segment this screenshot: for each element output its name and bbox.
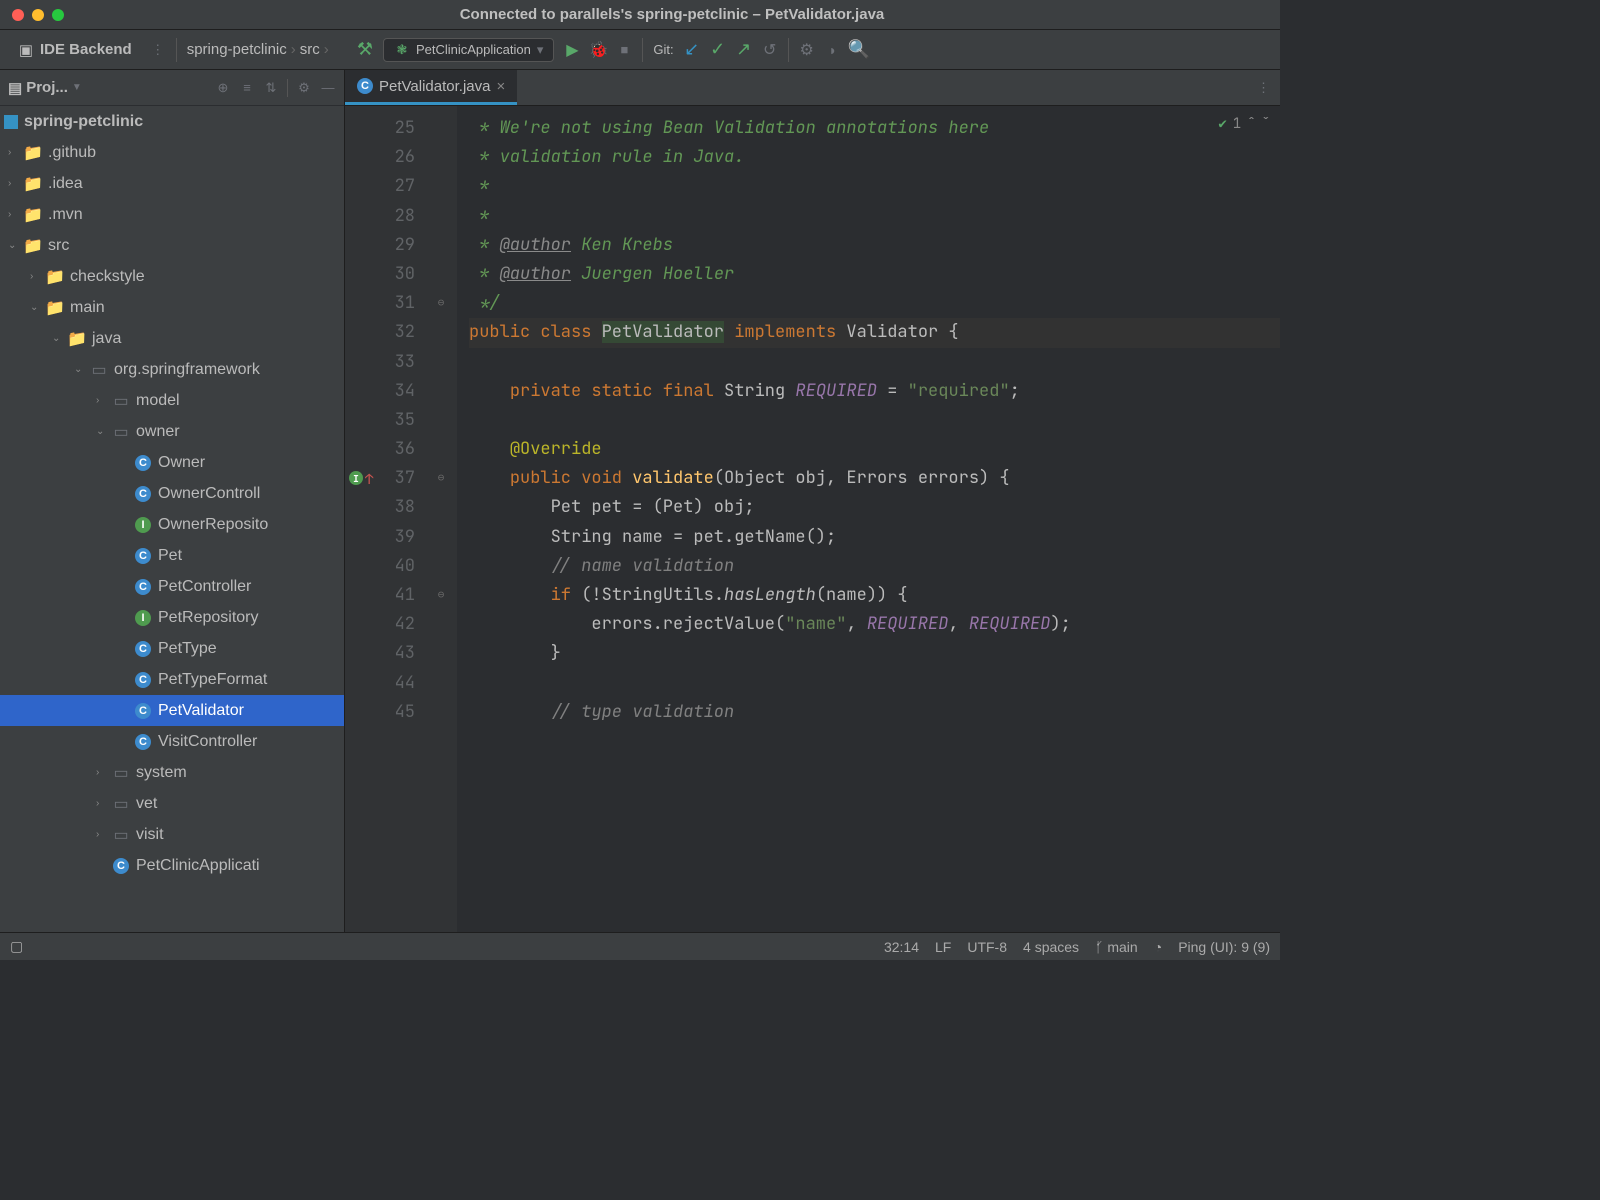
run-icon[interactable]: ▶: [564, 42, 580, 58]
git-label: Git:: [653, 42, 673, 57]
tab-petvalidator[interactable]: C PetValidator.java ×: [345, 70, 517, 105]
tree-item[interactable]: CPet: [0, 540, 344, 571]
fold-gutter[interactable]: ⊖⊖⊖: [425, 106, 457, 932]
crumb-src[interactable]: src: [300, 41, 320, 58]
tree-item[interactable]: ⌄📁src: [0, 230, 344, 261]
root-label: spring-petclinic: [24, 113, 143, 131]
tree-item[interactable]: ⌄📁java: [0, 323, 344, 354]
backend-icon: ▣: [18, 42, 34, 58]
tree-item[interactable]: ⌄▭org.springframework: [0, 354, 344, 385]
divider: [176, 38, 177, 62]
inspection-widget[interactable]: ✔ 1 ˆ ˇ: [1218, 112, 1270, 136]
chevron-right-icon: ›: [291, 41, 296, 58]
sidebar-title-label[interactable]: Proj...: [26, 79, 68, 96]
expand-icon[interactable]: ≡: [239, 80, 255, 96]
ping-widget[interactable]: Ping (UI): 9 (9): [1178, 939, 1270, 955]
line-ending[interactable]: LF: [935, 939, 951, 955]
divider: [287, 79, 288, 97]
ide-backend-button[interactable]: ▣ IDE Backend: [10, 37, 140, 62]
tree-item[interactable]: ›▭model: [0, 385, 344, 416]
cursor-position[interactable]: 32:14: [884, 939, 919, 955]
indent-info[interactable]: 4 spaces: [1023, 939, 1079, 955]
tree-item[interactable]: COwner: [0, 447, 344, 478]
line-gutter[interactable]: 25262728293031323334353637I↑383940414243…: [345, 106, 425, 932]
breadcrumb[interactable]: spring-petclinic › src ›: [187, 41, 329, 58]
tree-item[interactable]: COwnerControll: [0, 478, 344, 509]
chevron-down-icon[interactable]: ▼: [72, 82, 82, 93]
encoding[interactable]: UTF-8: [967, 939, 1007, 955]
git-branch-widget[interactable]: ᚶ main: [1095, 939, 1138, 955]
hammer-build-icon[interactable]: ⚒: [357, 42, 373, 58]
titlebar: Connected to parallels's spring-petclini…: [0, 0, 1280, 30]
code-editor[interactable]: 25262728293031323334353637I↑383940414243…: [345, 106, 1280, 932]
search-icon[interactable]: 🔍: [851, 42, 867, 58]
tree-item[interactable]: CPetType: [0, 633, 344, 664]
tree-item[interactable]: CPetValidator: [0, 695, 344, 726]
gear-icon[interactable]: ⚙: [296, 80, 312, 96]
tree-item[interactable]: ›📁.mvn: [0, 199, 344, 230]
chevron-right-icon: ›: [324, 41, 329, 58]
git-commit-icon[interactable]: ✓: [710, 42, 726, 58]
tree-item[interactable]: IOwnerReposito: [0, 509, 344, 540]
tree-item[interactable]: ›📁.github: [0, 137, 344, 168]
chevron-up-icon[interactable]: ˆ: [1247, 112, 1255, 136]
tree-item[interactable]: CVisitController: [0, 726, 344, 757]
gear-icon[interactable]: ⚙: [799, 42, 815, 58]
run-config-select[interactable]: ❃ PetClinicApplication ▾: [383, 38, 554, 62]
crumb-project[interactable]: spring-petclinic: [187, 41, 287, 58]
tree-item[interactable]: ›📁.idea: [0, 168, 344, 199]
backend-label: IDE Backend: [40, 41, 132, 58]
git-pull-icon[interactable]: ↙: [684, 42, 700, 58]
tree-item[interactable]: CPetTypeFormat: [0, 664, 344, 695]
spring-icon: ❃: [394, 42, 410, 58]
collapse-icon[interactable]: ⇅: [263, 80, 279, 96]
window-title: Connected to parallels's spring-petclini…: [76, 6, 1268, 23]
tree-item[interactable]: ›▭visit: [0, 819, 344, 850]
inspection-count: 1: [1233, 112, 1241, 136]
stop-icon[interactable]: ■: [616, 42, 632, 58]
history-icon[interactable]: ↺: [762, 42, 778, 58]
chevron-down-icon: ▾: [537, 42, 544, 58]
code-content[interactable]: ✔ 1 ˆ ˇ * We're not using Bean Validatio…: [457, 106, 1280, 932]
kebab-icon[interactable]: ⋮: [1257, 80, 1270, 96]
divider: [788, 38, 789, 62]
hide-icon[interactable]: —: [320, 80, 336, 96]
tree-item[interactable]: ›▭system: [0, 757, 344, 788]
tree-item[interactable]: ⌄📁main: [0, 292, 344, 323]
tab-label: PetValidator.java: [379, 78, 490, 95]
tree-item[interactable]: ›📁checkstyle: [0, 261, 344, 292]
statusbar: ▢ 32:14 LF UTF-8 4 spaces ᚶ main ◔ Ping …: [0, 932, 1280, 960]
cwm-icon[interactable]: ◗: [825, 42, 841, 58]
project-sidebar: ▤ Proj... ▼ ⊕ ≡ ⇅ ⚙ — spring-petclinic ›…: [0, 70, 345, 932]
target-icon[interactable]: ⊕: [215, 80, 231, 96]
minimize-window-button[interactable]: [32, 9, 44, 21]
sidebar-header: ▤ Proj... ▼ ⊕ ≡ ⇅ ⚙ —: [0, 70, 344, 106]
tree-item[interactable]: IPetRepository: [0, 602, 344, 633]
chevron-down-icon[interactable]: ˇ: [1262, 112, 1270, 136]
close-icon[interactable]: ×: [496, 78, 505, 95]
editor-tabs: C PetValidator.java × ⋮: [345, 70, 1280, 106]
project-tree[interactable]: spring-petclinic ›📁.github›📁.idea›📁.mvn⌄…: [0, 106, 344, 932]
maximize-window-button[interactable]: [52, 9, 64, 21]
tree-item[interactable]: ⌄▭owner: [0, 416, 344, 447]
tree-item[interactable]: ›▭vet: [0, 788, 344, 819]
close-window-button[interactable]: [12, 9, 24, 21]
class-icon: C: [357, 78, 373, 94]
check-icon: ✔: [1218, 112, 1226, 136]
module-icon: [4, 115, 18, 129]
tree-root[interactable]: spring-petclinic: [0, 106, 344, 137]
divider: [642, 38, 643, 62]
tree-item[interactable]: CPetController: [0, 571, 344, 602]
tool-window-icon[interactable]: ▢: [10, 938, 23, 955]
kebab-icon[interactable]: ⋮: [150, 42, 166, 58]
tree-item[interactable]: CPetClinicApplicati: [0, 850, 344, 881]
git-push-icon[interactable]: ↗: [736, 42, 752, 58]
notifications-icon[interactable]: ◔: [1154, 939, 1162, 955]
main-toolbar: ▣ IDE Backend ⋮ spring-petclinic › src ›…: [0, 30, 1280, 70]
project-tool-icon: ▤: [8, 79, 22, 97]
run-config-label: PetClinicApplication: [416, 42, 531, 57]
debug-icon[interactable]: 🐞: [590, 42, 606, 58]
editor-area: C PetValidator.java × ⋮ 2526272829303132…: [345, 70, 1280, 932]
